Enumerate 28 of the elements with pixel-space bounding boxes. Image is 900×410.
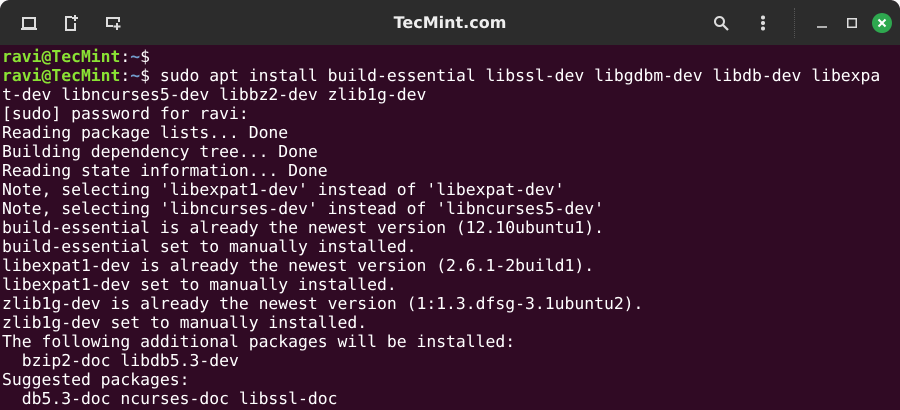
output-line: Reading package lists... Done [2, 123, 288, 142]
output-line: bzip2-doc libdb5.3-dev [20, 351, 239, 370]
prompt-user-host: ravi@TecMint [2, 66, 120, 85]
window-title: TecMint.com [392, 13, 508, 32]
output-line: Note, selecting 'libncurses-dev' instead of 'libncurses5-dev' [2, 199, 604, 218]
output-line: Suggested packages: [2, 370, 190, 389]
output-line: zlib1g-dev set to manually installed. [2, 313, 368, 332]
output-line: Note, selecting 'libexpat1-dev' instead of 'libexpat-dev' [2, 180, 564, 199]
output-line: Building dependency tree... Done [2, 142, 318, 161]
prompt-path: ~ [130, 47, 140, 66]
prompt-path: ~ [130, 66, 140, 85]
output-line: build-essential is already the newest version (12.10ubuntu1). [2, 218, 604, 237]
output-line: The following additional packages will be installed: [2, 332, 516, 351]
output-line: libexpat1-dev set to manually installed. [2, 275, 397, 294]
close-icon[interactable] [870, 10, 894, 34]
command-text: sudo apt install build-essential libssl-dev libgdbm-dev libdb-dev libexpa [158, 66, 880, 85]
output-line: [sudo] password for ravi: [2, 104, 249, 123]
output-line: libexpat1-dev is already the newest version (2.6.1-2build1). [2, 256, 594, 275]
output-line: zlib1g-dev is already the newest version (1:1.3.dfsg-3.1ubuntu2). [2, 294, 644, 313]
prompt-symbol: $ [140, 66, 150, 85]
output-line: t-dev libncurses5-dev libbz2-dev zlib1g-dev [2, 85, 426, 104]
output-line: Reading state information... Done [2, 161, 328, 180]
prompt-user-host: ravi@TecMint [2, 47, 120, 66]
prompt-separator: : [120, 66, 130, 85]
prompt-separator: : [120, 47, 130, 66]
output-line: build-essential set to manually installed. [2, 237, 416, 256]
output-line: db5.3-doc ncurses-doc libssl-doc [20, 389, 338, 408]
prompt-symbol: $ [140, 47, 150, 66]
